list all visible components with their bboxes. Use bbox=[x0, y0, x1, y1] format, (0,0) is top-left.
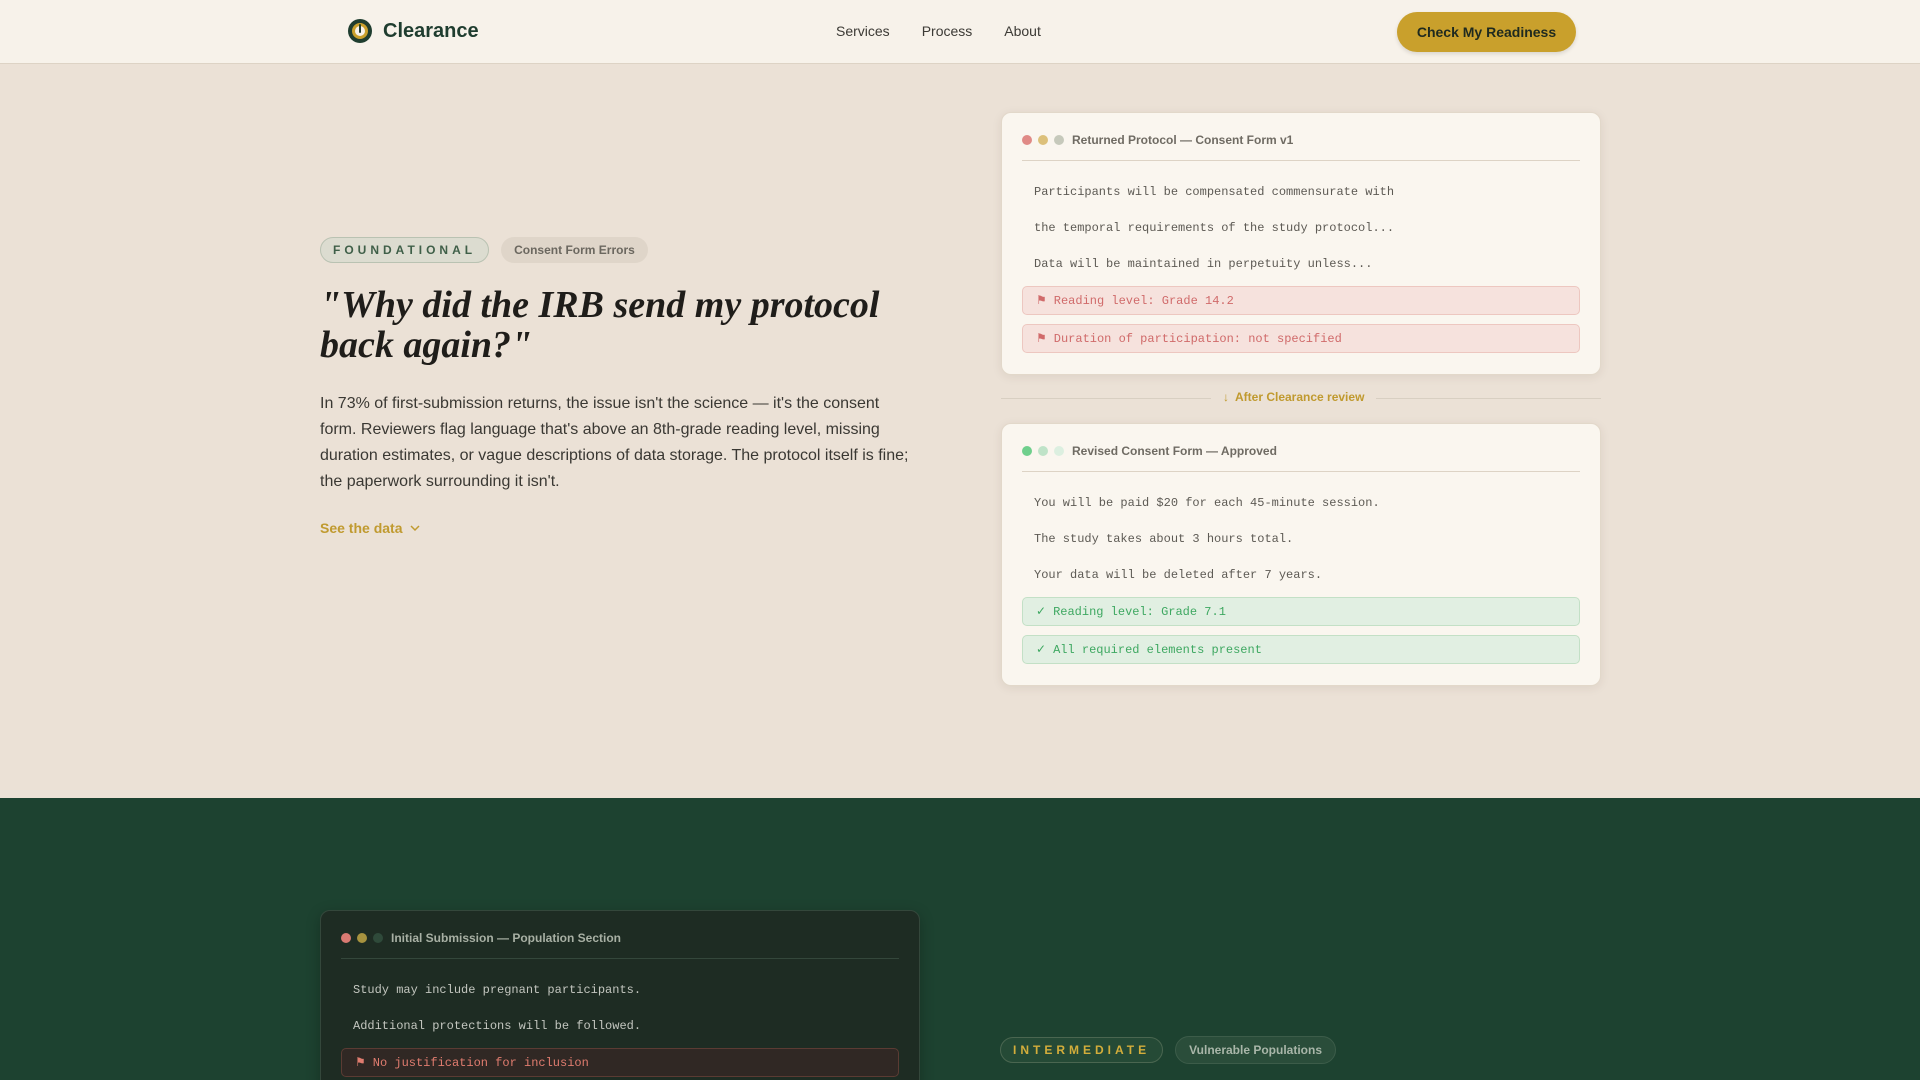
nav-about[interactable]: About bbox=[1004, 23, 1041, 39]
consent-line: You will be paid $20 for each 45-minute … bbox=[1034, 496, 1380, 510]
nav-process[interactable]: Process bbox=[922, 23, 973, 39]
card-title: Initial Submission — Population Section bbox=[391, 931, 622, 945]
check-text: All required elements present bbox=[1053, 642, 1262, 657]
initial-submission-card: Initial Submission — Population Section … bbox=[320, 910, 920, 1080]
topic-tag: Consent Form Errors bbox=[501, 237, 648, 263]
protocol-line: the temporal requirements of the study p… bbox=[1034, 221, 1395, 235]
check-readiness-button[interactable]: Check My Readiness bbox=[1397, 12, 1576, 52]
protocol-line: Participants will be compensated commens… bbox=[1034, 185, 1395, 199]
card-title: Returned Protocol — Consent Form v1 bbox=[1072, 133, 1294, 147]
returned-protocol-card: Returned Protocol — Consent Form v1 Part… bbox=[1001, 112, 1601, 375]
flag-icon: ⚑ bbox=[1036, 294, 1047, 308]
card-title: Revised Consent Form — Approved bbox=[1072, 444, 1277, 458]
level-tag: FOUNDATIONAL bbox=[320, 237, 490, 263]
window-dot-red bbox=[341, 933, 351, 943]
intermediate-section bbox=[0, 798, 1920, 1080]
window-dot-green bbox=[1022, 446, 1032, 456]
check-icon: ✓ bbox=[1036, 605, 1047, 619]
brand-logo[interactable]: Clearance bbox=[347, 18, 479, 44]
flag-text: No justification for inclusion bbox=[372, 1055, 589, 1070]
flag-icon: ⚑ bbox=[355, 1056, 366, 1070]
site-header: Clearance Services Process About Check M… bbox=[0, 0, 1920, 64]
card-header: Initial Submission — Population Section bbox=[341, 925, 899, 959]
revised-consent-card: Revised Consent Form — Approved You will… bbox=[1001, 423, 1601, 686]
error-flag: ⚑ No justification for inclusion bbox=[341, 1048, 899, 1077]
population-line: Study may include pregnant participants. bbox=[353, 983, 642, 997]
window-dot-red bbox=[1022, 135, 1032, 145]
window-dot-gray bbox=[1054, 135, 1064, 145]
flag-text: Reading level: Grade 14.2 bbox=[1053, 293, 1234, 308]
flag-icon: ⚑ bbox=[1036, 332, 1047, 346]
success-check: ✓ All required elements present bbox=[1022, 635, 1580, 664]
brand-name: Clearance bbox=[383, 19, 479, 42]
nav-services[interactable]: Services bbox=[836, 23, 890, 39]
error-flag: ⚑ Duration of participation: not specifi… bbox=[1022, 324, 1580, 353]
success-check: ✓ Reading level: Grade 7.1 bbox=[1022, 597, 1580, 626]
divider-label: ↓ After Clearance review bbox=[1211, 390, 1377, 404]
topic-tag: Vulnerable Populations bbox=[1175, 1036, 1337, 1064]
consent-line: The study takes about 3 hours total. bbox=[1034, 532, 1294, 546]
check-text: Reading level: Grade 7.1 bbox=[1053, 604, 1226, 619]
consent-line: Your data will be deleted after 7 years. bbox=[1034, 568, 1323, 582]
hero-body: In 73% of first-submission returns, the … bbox=[320, 395, 909, 490]
error-flag: ⚑ Reading level: Grade 14.2 bbox=[1022, 286, 1580, 315]
hero-tags: FOUNDATIONAL Consent Form Errors bbox=[320, 237, 648, 263]
card-header: Revised Consent Form — Approved bbox=[1022, 438, 1580, 472]
arrow-down-icon: ↓ bbox=[1223, 390, 1229, 404]
hero-title: "Why did the IRB send my protocol back a… bbox=[320, 284, 880, 366]
window-dot-yellow bbox=[357, 933, 367, 943]
logo-icon bbox=[348, 19, 372, 43]
window-dot-gray bbox=[373, 933, 383, 943]
chevron-down-icon bbox=[410, 525, 421, 532]
see-data-label: See the data bbox=[320, 520, 403, 536]
population-line: Additional protections will be followed. bbox=[353, 1019, 642, 1033]
window-dot-pale-green bbox=[1054, 446, 1064, 456]
flag-text: Duration of participation: not specified bbox=[1053, 331, 1342, 346]
level-tag: INTERMEDIATE bbox=[1000, 1037, 1164, 1063]
divider-text: After Clearance review bbox=[1235, 390, 1365, 404]
protocol-line: Data will be maintained in perpetuity un… bbox=[1034, 257, 1373, 271]
card-header: Returned Protocol — Consent Form v1 bbox=[1022, 127, 1580, 161]
window-dot-yellow bbox=[1038, 135, 1048, 145]
window-dot-light-green bbox=[1038, 446, 1048, 456]
section-tags: INTERMEDIATE Vulnerable Populations bbox=[1000, 1036, 1337, 1064]
check-icon: ✓ bbox=[1036, 643, 1047, 657]
main-nav: Services Process About bbox=[836, 23, 1041, 39]
see-data-link[interactable]: See the data bbox=[320, 520, 422, 536]
